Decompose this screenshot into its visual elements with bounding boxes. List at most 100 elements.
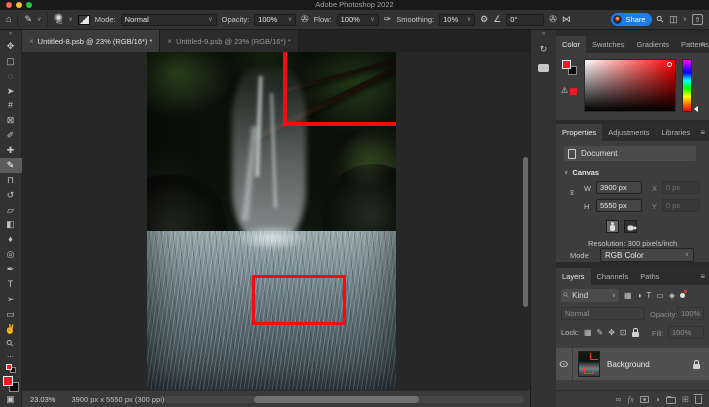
new-adjustment-layer-icon[interactable]: ◑ bbox=[655, 395, 660, 404]
path-selection-tool[interactable]: ➢ bbox=[0, 292, 22, 307]
link-dimensions-icon[interactable]: ∞ bbox=[567, 190, 576, 196]
canvas-area[interactable] bbox=[22, 52, 530, 390]
history-brush-tool[interactable]: ↺ bbox=[0, 188, 22, 203]
vertical-scrollbar[interactable] bbox=[523, 157, 528, 307]
panel-menu-icon[interactable]: ≡ bbox=[700, 36, 705, 53]
brush-tool-preset-icon[interactable]: ✎ bbox=[24, 15, 32, 24]
share-button[interactable]: Share bbox=[611, 13, 652, 26]
horizontal-scrollbar-track[interactable] bbox=[164, 396, 524, 403]
screen-mode-button[interactable]: ▣ bbox=[0, 392, 22, 407]
crop-tool[interactable]: # bbox=[0, 99, 22, 114]
layer-opacity-dropdown[interactable]: 100% bbox=[677, 307, 704, 320]
panel-menu-icon[interactable]: ≡ bbox=[700, 124, 705, 141]
brush-tool[interactable]: ✎ bbox=[0, 158, 22, 173]
eraser-tool[interactable]: ▱ bbox=[0, 203, 22, 218]
color-picker-marker[interactable] bbox=[667, 62, 672, 67]
layer-visibility-toggle[interactable]: ⊙ bbox=[556, 348, 573, 380]
dodge-tool[interactable]: ◎ bbox=[0, 247, 22, 262]
layer-effects-icon[interactable]: fx bbox=[628, 395, 634, 404]
chevron-down-icon[interactable]: ∨ bbox=[37, 17, 41, 23]
tab-libraries[interactable]: Libraries bbox=[655, 124, 696, 141]
layer-name[interactable]: Background bbox=[607, 360, 693, 369]
chevron-down-icon[interactable]: ∨ bbox=[683, 17, 687, 23]
lock-all-icon[interactable] bbox=[632, 332, 639, 337]
zoom-tool[interactable]: ⚲ bbox=[0, 337, 22, 352]
filter-shape-layers-icon[interactable]: ▭ bbox=[656, 292, 664, 300]
collapse-tools-icon[interactable]: » bbox=[0, 30, 21, 39]
blend-mode-dropdown[interactable]: Normal ∨ bbox=[121, 14, 217, 26]
hand-tool[interactable]: ✌ bbox=[0, 322, 22, 337]
layer-row-background[interactable]: ⊙ Background bbox=[556, 348, 709, 380]
healing-brush-tool[interactable]: ✚ bbox=[0, 143, 22, 158]
expand-panels-icon[interactable]: « bbox=[542, 30, 545, 38]
smoothing-options-gear-icon[interactable]: ⚙ bbox=[480, 15, 488, 24]
lock-pixels-icon[interactable]: ✎ bbox=[597, 329, 604, 337]
x-field[interactable]: 0 px bbox=[662, 181, 700, 194]
close-icon[interactable]: × bbox=[167, 37, 172, 46]
hue-slider[interactable] bbox=[682, 59, 692, 112]
edit-toolbar-button[interactable]: ⋯ bbox=[0, 351, 22, 363]
y-field[interactable]: 0 px bbox=[662, 199, 700, 212]
comments-panel-icon[interactable] bbox=[538, 64, 549, 72]
blur-tool[interactable]: ♦ bbox=[0, 232, 22, 247]
width-field[interactable]: 3900 px bbox=[596, 181, 642, 194]
height-field[interactable]: 5550 px bbox=[596, 199, 642, 212]
horizontal-scrollbar-thumb[interactable] bbox=[254, 396, 419, 403]
layer-locked-icon[interactable] bbox=[693, 364, 700, 369]
object-selection-tool[interactable]: ➤ bbox=[0, 84, 22, 99]
chevron-down-icon[interactable]: ∨ bbox=[68, 17, 72, 23]
canvas-section-header[interactable]: ∨ Canvas bbox=[564, 168, 599, 177]
eyedropper-tool[interactable]: ✐ bbox=[0, 128, 22, 143]
add-layer-mask-icon[interactable] bbox=[640, 396, 649, 403]
pressure-size-icon[interactable]: ✇ bbox=[549, 15, 557, 24]
saturation-brightness-field[interactable] bbox=[584, 59, 676, 112]
filter-smart-object-icon[interactable]: ◈ bbox=[669, 292, 675, 300]
search-icon[interactable]: ⚲ bbox=[655, 14, 666, 25]
marquee-tool[interactable]: ▢ bbox=[0, 54, 22, 69]
document-tab-untitled-8[interactable]: × Untitled-8.psb @ 23% (RGB/16*) * bbox=[22, 30, 160, 52]
document-tab-untitled-9[interactable]: × Untitled-9.psb @ 23% (RGB/16*) * bbox=[160, 30, 298, 52]
tab-color[interactable]: Color bbox=[556, 36, 586, 53]
symmetry-icon[interactable]: ⋈ bbox=[562, 15, 571, 24]
layer-thumbnail[interactable] bbox=[578, 351, 600, 377]
airbrush-icon[interactable]: ✑ bbox=[384, 15, 392, 24]
document-properties-header[interactable]: Document bbox=[564, 146, 696, 161]
pen-tool[interactable]: ✒ bbox=[0, 262, 22, 277]
smoothing-dropdown[interactable]: 10% ∨ bbox=[439, 14, 475, 26]
history-panel-icon[interactable]: ↻ bbox=[540, 45, 548, 54]
export-icon[interactable]: ⇧ bbox=[692, 14, 703, 25]
tab-properties[interactable]: Properties bbox=[556, 124, 602, 141]
filter-type-layers-icon[interactable]: T bbox=[646, 292, 651, 300]
clone-stamp-tool[interactable]: ⊓ bbox=[0, 173, 22, 188]
shape-tool[interactable]: ▭ bbox=[0, 307, 22, 322]
gradient-tool[interactable]: ◧ bbox=[0, 218, 22, 233]
tab-paths[interactable]: Paths bbox=[634, 268, 665, 285]
link-layers-icon[interactable]: ∞ bbox=[616, 395, 622, 404]
move-tool[interactable]: ✥ bbox=[0, 39, 22, 54]
foreground-color-swatch[interactable] bbox=[562, 60, 571, 69]
lock-artboard-icon[interactable]: ⊡ bbox=[620, 329, 627, 337]
color-panel-swatches[interactable] bbox=[562, 60, 577, 75]
close-icon[interactable]: × bbox=[29, 37, 34, 46]
tab-layers[interactable]: Layers bbox=[556, 268, 591, 285]
brush-preset-picker[interactable]: 45 bbox=[54, 13, 63, 27]
tab-gradients[interactable]: Gradients bbox=[630, 36, 675, 53]
lock-transparency-icon[interactable]: ▦ bbox=[584, 329, 592, 337]
foreground-color-swatch[interactable] bbox=[3, 376, 13, 386]
lock-position-icon[interactable]: ✥ bbox=[608, 329, 615, 337]
flow-dropdown[interactable]: 100% ∨ bbox=[337, 14, 379, 26]
landscape-orientation-button[interactable] bbox=[624, 220, 637, 233]
panel-menu-icon[interactable]: ≡ bbox=[700, 268, 705, 285]
toggle-brush-settings-icon[interactable] bbox=[78, 15, 90, 25]
tab-channels[interactable]: Channels bbox=[591, 268, 635, 285]
layer-blend-mode-dropdown[interactable]: Normal bbox=[561, 307, 645, 320]
filter-pixel-layers-icon[interactable]: ▦ bbox=[624, 292, 632, 300]
tab-adjustments[interactable]: Adjustments bbox=[602, 124, 655, 141]
brush-angle-input[interactable]: 0° bbox=[506, 14, 544, 26]
delete-layer-icon[interactable] bbox=[695, 396, 702, 404]
canvas-image[interactable] bbox=[147, 52, 396, 390]
color-mode-dropdown[interactable]: RGB Color ∨ bbox=[600, 248, 694, 262]
frame-tool[interactable]: ⊠ bbox=[0, 113, 22, 128]
default-colors-icon[interactable] bbox=[6, 364, 16, 373]
lasso-tool[interactable]: ◌ bbox=[0, 69, 22, 84]
